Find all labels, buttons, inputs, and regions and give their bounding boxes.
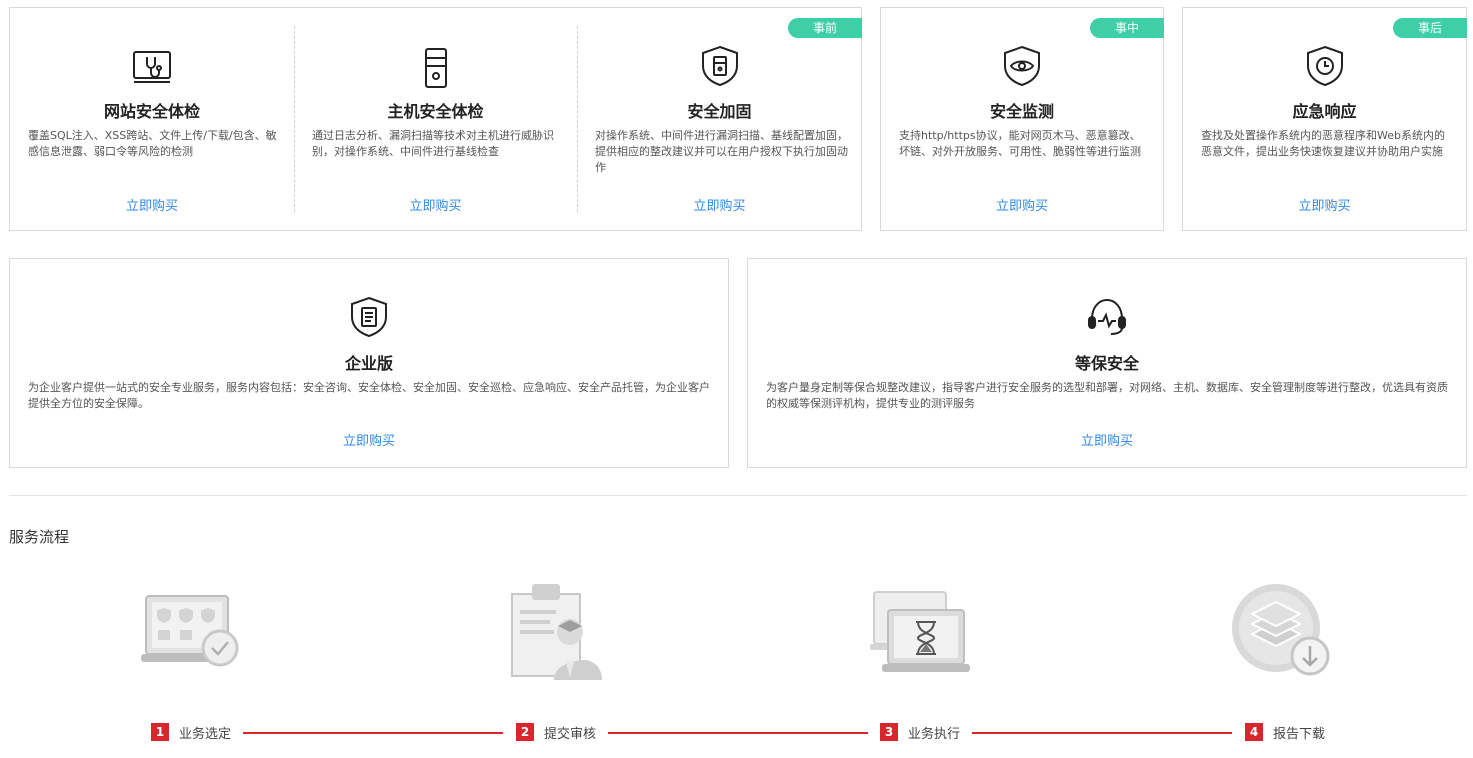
step-number: 2 bbox=[516, 723, 534, 741]
step-number: 1 bbox=[151, 723, 169, 741]
process-step-3: 3 业务执行 bbox=[880, 723, 961, 742]
shield-document-icon bbox=[347, 295, 391, 339]
service-title: 应急响应 bbox=[1292, 102, 1357, 121]
service-title: 主机安全体检 bbox=[387, 102, 484, 121]
service-title: 网站安全体检 bbox=[103, 102, 200, 121]
service-description: 为企业客户提供一站式的安全专业服务，服务内容包括：安全咨询、安全体检、安全加固、… bbox=[28, 381, 710, 410]
timeline-connector bbox=[608, 732, 868, 734]
step-number: 4 bbox=[1245, 723, 1263, 741]
laptop-hourglass-icon bbox=[868, 590, 972, 680]
card-enterprise: 企业版 为企业客户提供一站式的安全专业服务，服务内容包括：安全咨询、安全体检、安… bbox=[9, 258, 729, 468]
step-label: 报告下载 bbox=[1273, 726, 1326, 742]
monitor-stethoscope-icon bbox=[130, 46, 174, 90]
service-web-check: 网站安全体检 覆盖SQL注入、XSS跨站、文件上传/下载/包含、敏感信息泄露、弱… bbox=[10, 8, 294, 230]
buy-now-link[interactable]: 立即购买 bbox=[1183, 195, 1466, 214]
service-title: 安全加固 bbox=[687, 102, 752, 121]
buy-now-link[interactable]: 立即购买 bbox=[10, 195, 294, 214]
shield-eye-icon bbox=[1000, 44, 1044, 88]
step-label: 业务执行 bbox=[908, 726, 961, 742]
timeline-connector bbox=[243, 732, 503, 734]
step-label: 提交审核 bbox=[544, 726, 597, 742]
service-description: 支持http/https协议，能对网页木马、恶意篡改、坏链、对外开放服务、可用性… bbox=[899, 129, 1141, 158]
process-section-title: 服务流程 bbox=[9, 528, 70, 546]
service-title: 企业版 bbox=[344, 354, 393, 373]
headset-icon bbox=[1085, 295, 1129, 339]
buy-now-link[interactable]: 立即购买 bbox=[577, 195, 862, 214]
service-description: 查找及处置操作系统内的恶意程序和Web系统内的恶意文件，提出业务快速恢复建议并协… bbox=[1201, 129, 1445, 158]
service-description: 覆盖SQL注入、XSS跨站、文件上传/下载/包含、敏感信息泄露、弱口令等风险的检… bbox=[28, 129, 277, 158]
step-number: 3 bbox=[880, 723, 898, 741]
phase-tag-after: 事后 bbox=[1393, 18, 1467, 38]
service-title: 安全监测 bbox=[989, 102, 1054, 121]
clipboard-agent-icon bbox=[508, 580, 608, 682]
card-compliance: 等保安全 为客户量身定制等保合规整改建议，指导客户进行安全服务的选型和部署，对网… bbox=[747, 258, 1467, 468]
service-description: 通过日志分析、漏洞扫描等技术对主机进行威胁识别，对操作系统、中间件进行基线检查 bbox=[312, 129, 554, 158]
buy-now-link[interactable]: 立即购买 bbox=[10, 430, 728, 449]
shield-server-icon bbox=[698, 44, 742, 88]
service-hardening: 安全加固 对操作系统、中间件进行漏洞扫描、基线配置加固，提供相应的整改建议并可以… bbox=[577, 8, 862, 230]
shield-clock-icon bbox=[1303, 44, 1347, 88]
laptop-check-icon bbox=[140, 590, 240, 670]
card-group-after: 事后 应急响应 查找及处置操作系统内的恶意程序和Web系统内的恶意文件，提出业务… bbox=[1182, 7, 1467, 231]
layers-download-icon bbox=[1230, 582, 1334, 680]
service-host-check: 主机安全体检 通过日志分析、漏洞扫描等技术对主机进行威胁识别，对操作系统、中间件… bbox=[294, 8, 577, 230]
process-step-4: 4 报告下载 bbox=[1245, 723, 1326, 742]
timeline-connector bbox=[972, 732, 1232, 734]
service-description: 对操作系统、中间件进行漏洞扫描、基线配置加固，提供相应的整改建议并可以在用户授权… bbox=[595, 129, 848, 174]
process-step-1: 1 业务选定 bbox=[151, 723, 232, 742]
process-step-2: 2 提交审核 bbox=[516, 723, 597, 742]
server-tower-icon bbox=[414, 46, 458, 90]
service-description: 为客户量身定制等保合规整改建议，指导客户进行安全服务的选型和部署，对网络、主机、… bbox=[766, 381, 1448, 410]
buy-now-link[interactable]: 立即购买 bbox=[881, 195, 1163, 214]
buy-now-link[interactable]: 立即购买 bbox=[294, 195, 577, 214]
step-label: 业务选定 bbox=[179, 726, 232, 742]
buy-now-link[interactable]: 立即购买 bbox=[748, 430, 1466, 449]
phase-tag-during: 事中 bbox=[1090, 18, 1164, 38]
card-group-during: 事中 安全监测 支持http/https协议，能对网页木马、恶意篡改、坏链、对外… bbox=[880, 7, 1164, 231]
service-title: 等保安全 bbox=[1074, 354, 1139, 373]
section-divider bbox=[9, 495, 1467, 496]
card-group-before: 事前 网站安全体检 覆盖SQL注入、XSS跨站、文件上传/下载/包含、敏感信息泄… bbox=[9, 7, 862, 231]
